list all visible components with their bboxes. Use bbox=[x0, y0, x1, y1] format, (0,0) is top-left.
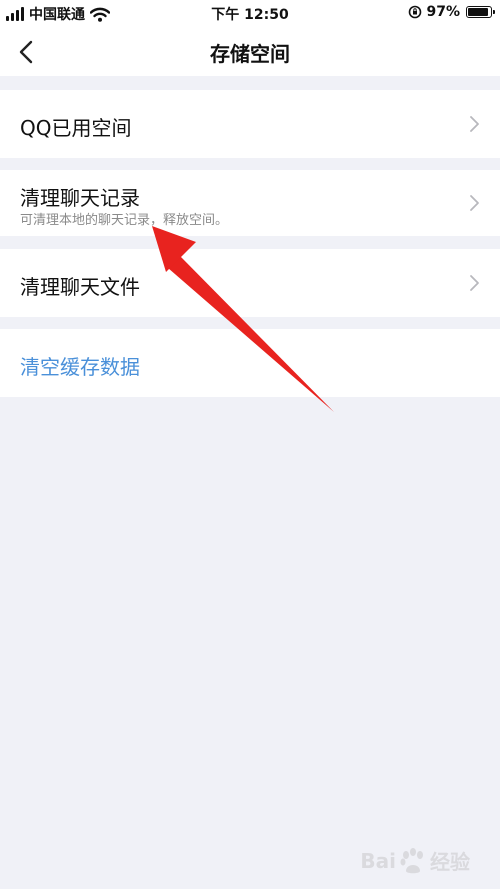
clear-chat-history-item[interactable]: 清理聊天记录 可清理本地的聊天记录，释放空间。 bbox=[0, 170, 500, 236]
battery-icon bbox=[466, 6, 495, 18]
list-item-title: 清理聊天记录 bbox=[20, 186, 140, 210]
watermark-text-left: Bai bbox=[360, 848, 396, 873]
chevron-right-icon bbox=[470, 275, 479, 291]
battery-percent: 97% bbox=[426, 4, 460, 20]
status-bar: 中国联通 下午 12:50 97% bbox=[0, 0, 500, 26]
chevron-right-icon bbox=[470, 116, 479, 132]
clear-chat-files-item[interactable]: 清理聊天文件 bbox=[0, 249, 500, 317]
orientation-lock-icon bbox=[409, 5, 422, 19]
list-item-subtitle: 可清理本地的聊天记录，释放空间。 bbox=[20, 213, 229, 228]
nav-bar: 存储空间 bbox=[0, 26, 500, 76]
clear-cache-label: 清空缓存数据 bbox=[20, 355, 140, 379]
status-right: 97% bbox=[408, 4, 495, 20]
qq-used-space-item[interactable]: QQ已用空间 bbox=[0, 90, 500, 158]
list-item-title: 清理聊天文件 bbox=[20, 275, 140, 299]
page-title: 存储空间 bbox=[210, 42, 290, 66]
baidu-watermark: Bai 经验 bbox=[360, 846, 470, 875]
list-item-title: QQ已用空间 bbox=[20, 116, 132, 140]
chevron-right-icon bbox=[470, 195, 479, 211]
battery-level bbox=[468, 8, 489, 16]
clear-cache-button[interactable]: 清空缓存数据 bbox=[0, 329, 500, 397]
watermark-text-right: 经验 bbox=[430, 850, 470, 874]
baidu-paw-icon bbox=[400, 847, 423, 873]
